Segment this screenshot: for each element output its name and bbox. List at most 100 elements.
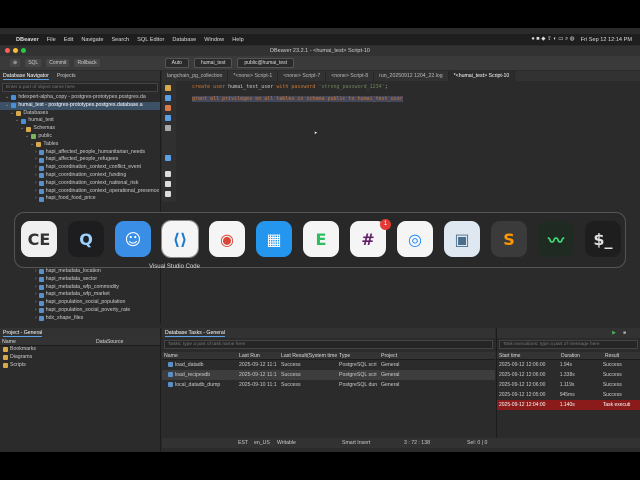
tasks-col-last-run[interactable]: Last Run xyxy=(237,352,279,359)
expand-arrow-icon[interactable]: › xyxy=(35,291,37,299)
project-col-name[interactable]: Name xyxy=(0,338,94,345)
execution-row[interactable]: 2025-09-12 12:05:00 945ms Success xyxy=(497,390,640,400)
expand-arrow-icon[interactable]: › xyxy=(35,164,37,172)
nav-tree-item[interactable]: › hapi_metadata_wfp_commodity xyxy=(0,284,160,292)
menu-window[interactable]: Window xyxy=(204,37,224,43)
menu-navigate[interactable]: Navigate xyxy=(81,37,103,43)
nav-tree-item[interactable]: ⌄ Schemas xyxy=(0,125,160,133)
docker-icon[interactable]: ▦ xyxy=(256,221,292,257)
status-mode[interactable]: Writable xyxy=(277,440,296,446)
safari-icon[interactable]: ◎ xyxy=(397,221,433,257)
format-icon[interactable] xyxy=(165,125,171,131)
rollback-button[interactable]: Rollback xyxy=(74,59,100,67)
explain-plan-icon[interactable] xyxy=(165,105,171,111)
quicktime-icon[interactable]: Q xyxy=(68,221,104,257)
nav-tree-item[interactable]: ⌄ Databases xyxy=(0,110,160,118)
exec-col-start[interactable]: Start time xyxy=(497,352,559,359)
expand-arrow-icon[interactable]: ⌄ xyxy=(5,94,9,102)
expand-arrow-icon[interactable]: ⌄ xyxy=(25,133,29,141)
editor-tab[interactable]: <none> Script-8 xyxy=(326,71,375,81)
editor-tab[interactable]: *<humai_test> Script-10 xyxy=(448,71,516,81)
sql-editor[interactable]: create user humai_test_user with passwor… xyxy=(162,81,640,202)
active-schema-select[interactable]: public@humai_test xyxy=(237,58,295,68)
nav-tree-item[interactable]: ⌄ Tables xyxy=(0,141,160,149)
menu-database[interactable]: Database xyxy=(172,37,196,43)
nav-tree-item[interactable]: › hapi_coordination_context_funding xyxy=(0,172,160,180)
menu-help[interactable]: Help xyxy=(232,37,244,43)
vscode-icon[interactable]: ⟨⟩ xyxy=(161,220,199,258)
exec-col-duration[interactable]: Duration xyxy=(559,352,603,359)
expand-arrow-icon[interactable]: ⌄ xyxy=(30,141,34,149)
terminal-icon[interactable]: $_ xyxy=(585,221,621,257)
nav-tree-item[interactable]: › hapi_affected_people_humanitarian_needs xyxy=(0,149,160,157)
expand-arrow-icon[interactable]: › xyxy=(35,149,37,157)
nav-tree-item[interactable]: › hapi_food_food_price xyxy=(0,195,160,203)
expand-arrow-icon[interactable]: › xyxy=(35,307,37,315)
project-item-bookmarks[interactable]: Bookmarks xyxy=(0,346,160,354)
run-task-icon[interactable]: ▶ xyxy=(612,330,616,336)
editor-tab[interactable]: <none> Script-7 xyxy=(278,71,327,81)
dbeaver-icon[interactable]: CE xyxy=(21,221,57,257)
tab-database-tasks[interactable]: Database Tasks - General xyxy=(165,330,225,337)
nav-tree-item[interactable]: ⌄ public xyxy=(0,133,160,141)
expand-arrow-icon[interactable]: › xyxy=(35,156,37,164)
nav-tree-item[interactable]: › hdx_shape_files xyxy=(0,315,160,323)
code-line-1[interactable]: create user humai_test_user with passwor… xyxy=(192,84,388,90)
menu-sql-editor[interactable]: SQL Editor xyxy=(137,37,164,43)
exec-col-result[interactable]: Result xyxy=(603,352,619,359)
execute-statement-icon[interactable] xyxy=(165,85,171,91)
nav-tree-item[interactable]: › hapi_coordination_context_national_risk xyxy=(0,180,160,188)
nav-tree-item[interactable]: › hapi_coordination_context_operational_p… xyxy=(0,188,160,196)
expand-arrow-icon[interactable]: ⌄ xyxy=(10,110,14,118)
preview-icon[interactable]: ▣ xyxy=(444,221,480,257)
nav-tree-item[interactable]: › hapi_coordination_context_conflict_even… xyxy=(0,164,160,172)
nav-tree-item[interactable]: › hapi_metadata_sector xyxy=(0,276,160,284)
execution-row[interactable]: 2025-09-12 12:06:00 1.94s Success xyxy=(497,360,640,370)
task-row[interactable]: load_recipesdb 2025-09-12 11:1 Success Post… xyxy=(162,370,495,380)
new-script-icon[interactable] xyxy=(165,171,171,177)
nav-tree-item[interactable]: ⌄ hdexpert-alpha_copy - postgres-prototyp… xyxy=(0,94,160,102)
expand-arrow-icon[interactable]: ⌄ xyxy=(5,102,9,110)
tab-projects[interactable]: Projects xyxy=(57,73,76,79)
finder-icon[interactable]: ☺ xyxy=(115,221,151,257)
tasks-col-name[interactable]: Name xyxy=(162,352,237,359)
expand-arrow-icon[interactable]: › xyxy=(35,284,37,292)
nav-tree-item[interactable]: › hapi_metadata_location xyxy=(0,268,160,276)
expand-arrow-icon[interactable]: ⌄ xyxy=(20,125,24,133)
execution-row[interactable]: 2025-09-12 12:06:00 1.119s Success xyxy=(497,380,640,390)
load-script-icon[interactable] xyxy=(165,181,171,187)
nav-tree-item[interactable]: › hapi_population_social_poverty_rate xyxy=(0,307,160,315)
expand-arrow-icon[interactable]: ⌄ xyxy=(15,117,19,125)
status-icons[interactable]: ● ■ ◆ ⇪ ◐ ▭ ⌕ ◍ xyxy=(531,36,574,43)
menu-edit[interactable]: Edit xyxy=(64,37,74,43)
expand-arrow-icon[interactable]: › xyxy=(35,299,37,307)
chrome-icon[interactable]: ◉ xyxy=(209,221,245,257)
save-script-icon[interactable] xyxy=(165,191,171,197)
project-item-scripts[interactable]: Scripts xyxy=(0,362,160,370)
nav-tree-item[interactable]: › hapi_affected_people_refugees xyxy=(0,156,160,164)
menu-search[interactable]: Search xyxy=(111,37,129,43)
history-icon[interactable] xyxy=(165,155,171,161)
execute-script-icon[interactable] xyxy=(165,95,171,101)
editor-tab[interactable]: langchain_pg_collection xyxy=(162,71,229,81)
project-col-datasource[interactable]: DataSource xyxy=(94,338,123,345)
code-line-2[interactable]: grant all privileges on all tables in sc… xyxy=(192,96,403,102)
minimize-window-button[interactable] xyxy=(13,48,18,53)
tasks-col-project[interactable]: Project xyxy=(379,352,397,359)
zoom-window-button[interactable] xyxy=(21,48,26,53)
status-insert-mode[interactable]: Smart Insert xyxy=(342,440,370,446)
transaction-mode-select[interactable]: Auto xyxy=(164,58,189,68)
expand-arrow-icon[interactable]: › xyxy=(35,276,37,284)
new-connection-icon[interactable]: ⊕ xyxy=(10,59,21,67)
editor-tab[interactable]: *<none> Script-1 xyxy=(228,71,279,81)
expand-arrow-icon[interactable]: › xyxy=(35,195,37,203)
sublime-icon[interactable]: S xyxy=(491,221,527,257)
expand-arrow-icon[interactable]: › xyxy=(35,268,37,276)
task-row[interactable]: load_datadb 2025-09-12 11:1 Success Postgre… xyxy=(162,360,495,370)
editor-tab[interactable]: run_20250912 1204_22.log xyxy=(374,71,449,81)
tasks-filter-input[interactable]: Tasks: type a part of task name here xyxy=(164,340,493,349)
menu-file[interactable]: File xyxy=(47,37,56,43)
nav-tree-item[interactable]: ⌄ humai_test - postgres-prototypes.postgr… xyxy=(0,101,160,110)
commit-button[interactable]: Commit xyxy=(46,59,70,67)
tasks-col-last-result[interactable]: Last Result(System time) xyxy=(279,352,337,359)
